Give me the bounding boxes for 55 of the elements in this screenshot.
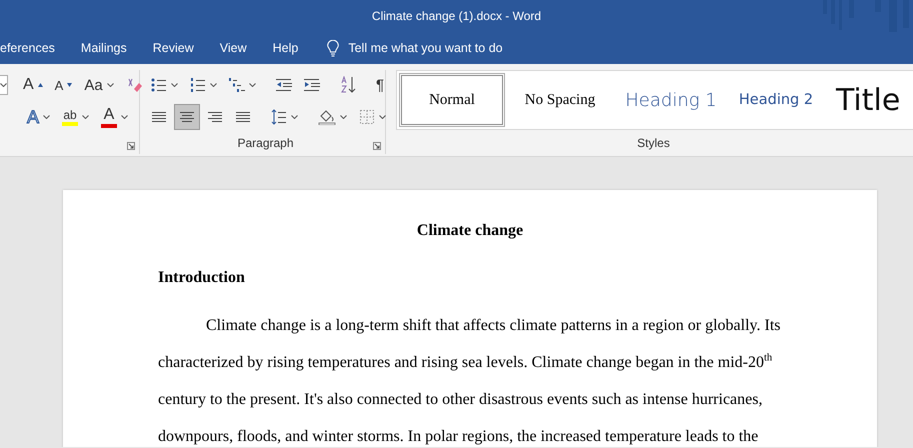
chevron-icon [249,83,256,87]
grow-font-button[interactable]: A [18,72,48,98]
style-option[interactable]: Title [825,73,905,127]
tell-me-search-field[interactable]: Tell me what you want to do [348,41,503,55]
font-color-button[interactable]: A [96,104,134,130]
align-center-button[interactable] [174,104,200,130]
section-heading: Introduction [158,268,246,288]
lightbulb-icon [327,40,340,56]
style-option[interactable]: Heading 2 [727,73,825,127]
justify-icon [235,110,251,124]
style-option[interactable]: Normal [399,73,505,127]
chevron-icon [121,115,128,119]
eraser-icon [126,77,142,93]
sort-icon [340,76,356,94]
paint-bucket-icon [318,109,336,125]
multilevel-list-icon [229,77,245,93]
chevron-icon [291,115,298,119]
ribbon-tab[interactable]: Review [140,32,207,64]
dialog-launcher-icon[interactable] [373,142,381,150]
down-triangle-icon [67,83,72,87]
chevron-icon [82,115,90,119]
chevron-icon [210,83,217,87]
chevron-icon [106,83,114,87]
chevron-icon [0,83,7,87]
borders-icon [359,109,375,125]
window-title: Climate change (1).docx - Word [372,9,542,23]
shrink-font-button[interactable]: A [50,72,78,98]
ribbon-tab[interactable]: View [206,32,260,64]
align-right-icon [207,110,223,124]
line-spacing-icon [271,109,287,125]
ribbon-tab[interactable]: Help [260,32,312,64]
show-marks-button[interactable]: ¶ [371,72,390,98]
chevron-icon [171,83,178,87]
style-option[interactable]: No Spacing [505,73,615,127]
chevron-icon [43,115,50,119]
body-paragraph: Climate change is a long-term shift that affects climate patterns in a region or globally. Its characterized by rising temperatures and rising sea levels. Climate change began in the mid-20$^{th}$ century to the present. It's also connected to other disastrous events such as intense hurricanes, downpours, floods, and winter storms. In polar regions, the increased temperature leads to the [158,316,782,447]
highlight-button[interactable]: ab [57,104,94,130]
chevron-icon [340,115,347,119]
change-case-button[interactable]: Aa [79,72,119,98]
font-size-dropdown[interactable] [0,75,8,95]
align-left-icon [151,110,167,124]
group-label: Styles [637,136,670,152]
style-option[interactable]: Heading 1 [615,73,727,127]
ribbon-tab[interactable]: eferences [0,32,68,64]
chevron-icon [379,115,386,119]
numbered-list-icon [190,77,206,93]
group-label: Paragraph [237,136,294,152]
bullet-list-icon [151,77,167,93]
dialog-launcher-icon[interactable] [127,142,135,150]
document-title: Climate change [416,221,524,241]
decrease-indent-icon [276,77,292,93]
align-center-icon [179,110,195,124]
increase-indent-icon [304,77,320,93]
up-triangle-icon [38,83,43,87]
ribbon-tab[interactable]: Mailings [68,32,140,64]
